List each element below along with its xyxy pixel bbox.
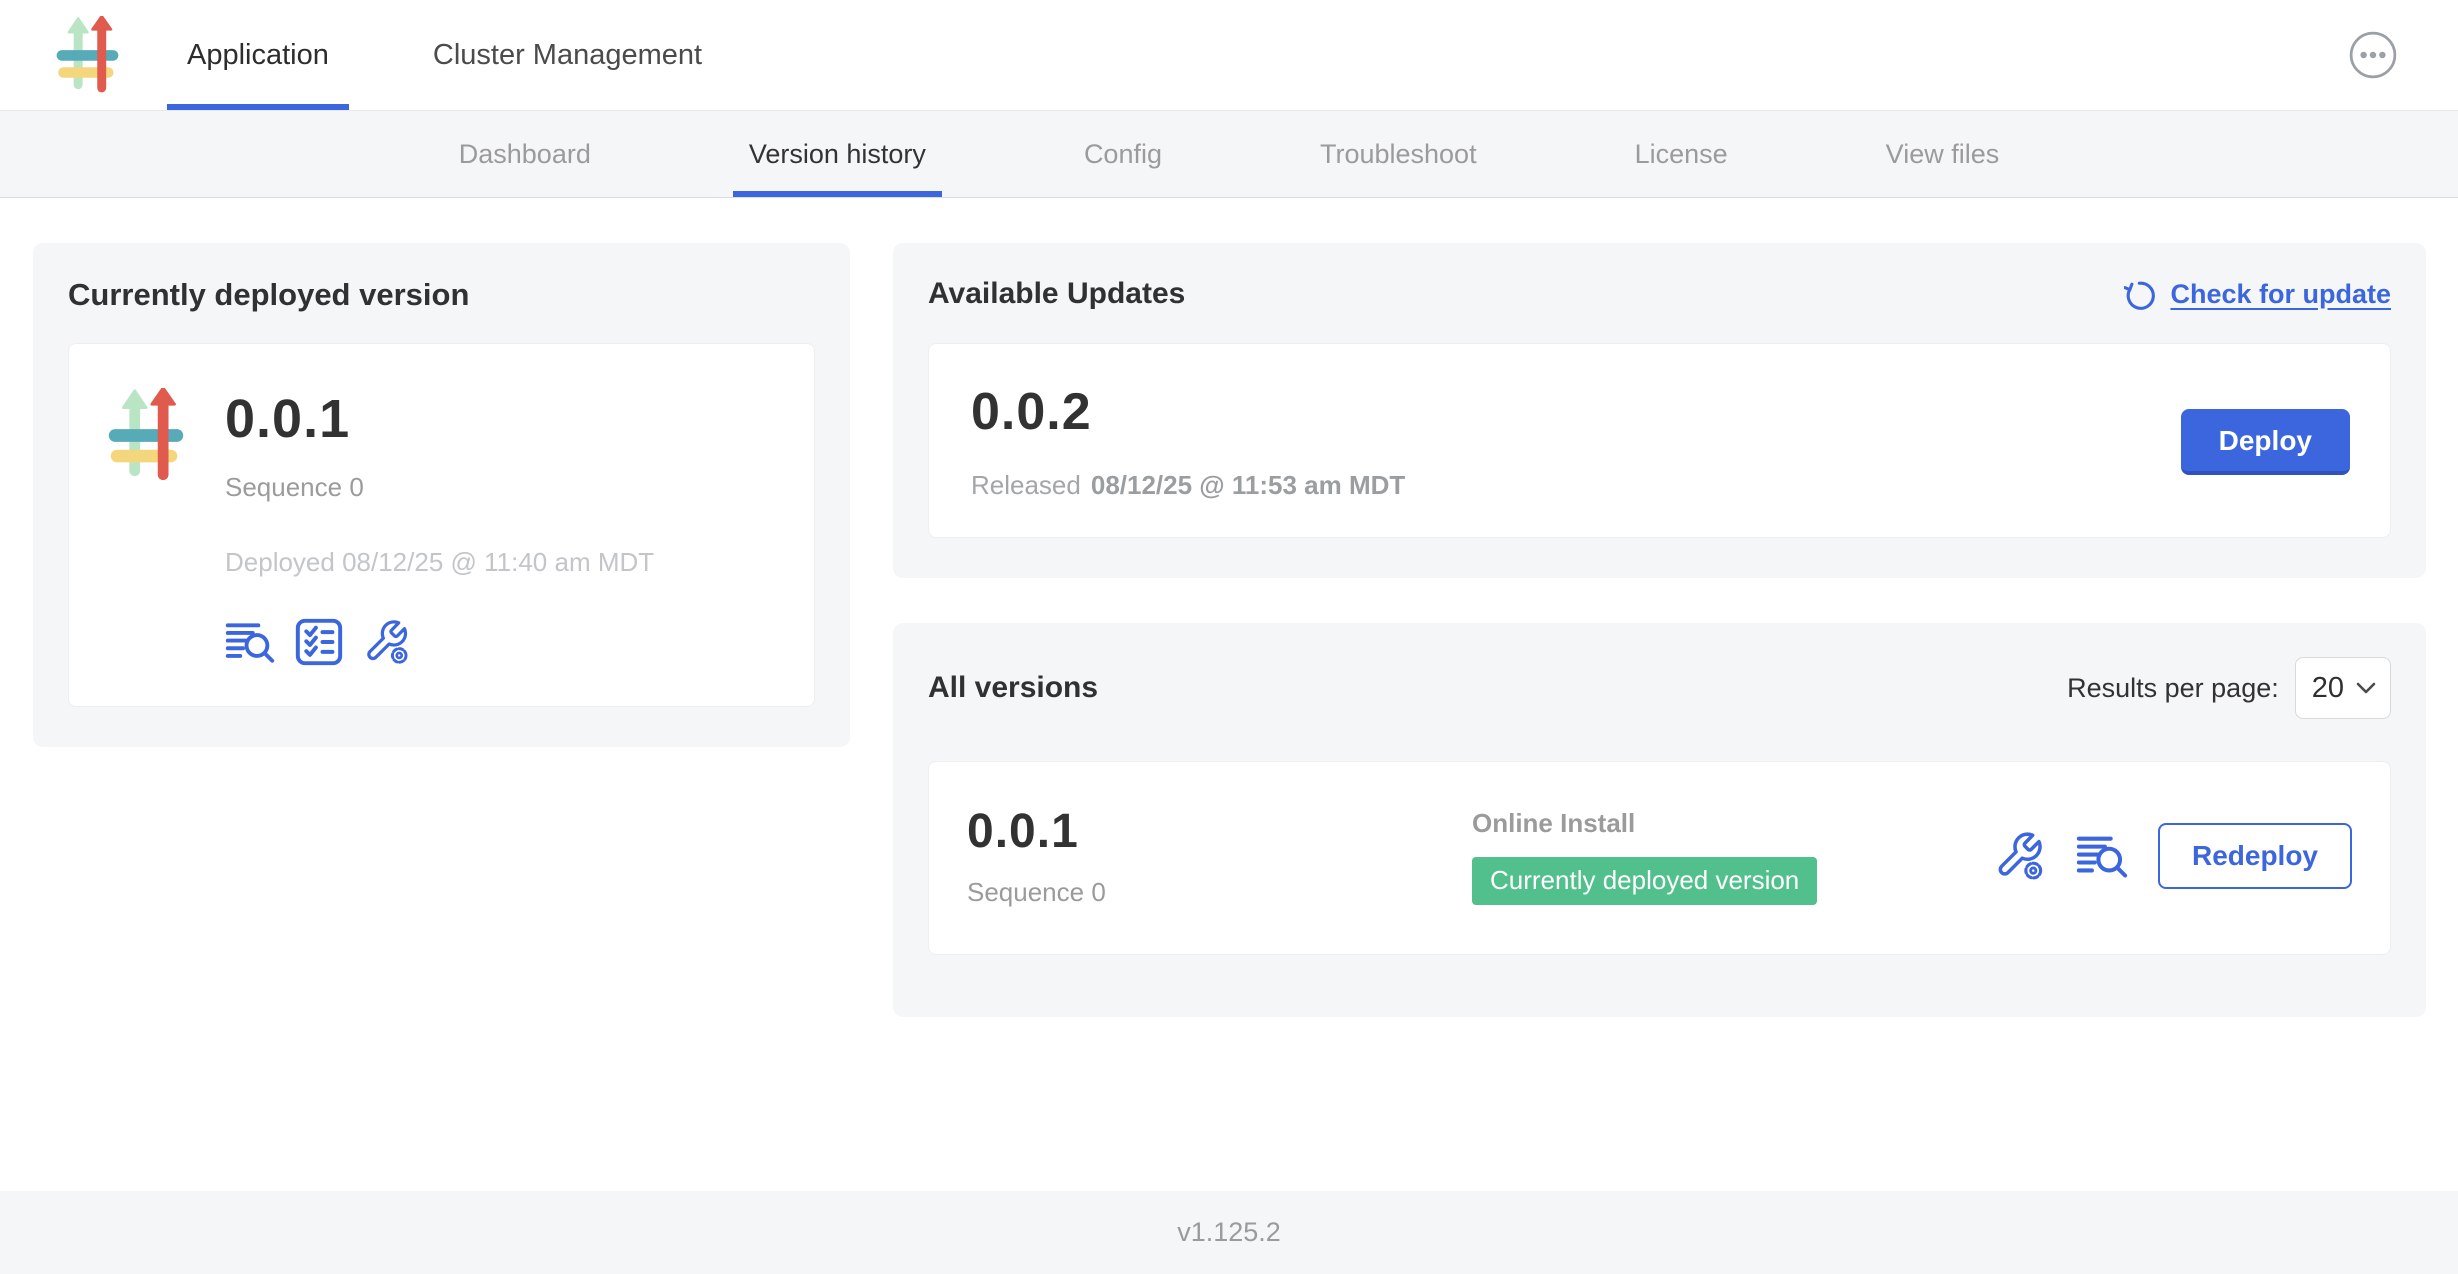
currently-deployed-badge: Currently deployed version [1472,857,1817,905]
edit-config-icon [363,618,411,666]
view-logs-icon [225,620,275,664]
redeploy-button[interactable]: Redeploy [2158,823,2352,889]
currently-deployed-title: Currently deployed version [68,277,815,313]
preflight-checks-icon [295,618,343,666]
console-version: v1.125.2 [1177,1217,1281,1248]
deployed-sequence: Sequence 0 [225,472,654,503]
available-updates-card: Available Updates Check for update 0.0.2… [893,243,2426,578]
row-version-info: 0.0.1 Sequence 0 [967,804,1472,908]
subnav-item-license[interactable]: License [1619,111,1744,197]
deployed-timestamp: Deployed 08/12/25 @ 11:40 am MDT [225,547,654,578]
app-logo-icon [107,388,185,482]
deployed-version-panel: 0.0.1 Sequence 0 Deployed 08/12/25 @ 11:… [68,343,815,707]
deployed-actions [225,618,654,666]
results-per-page-value: 20 [2312,672,2344,705]
released-prefix: Released [971,470,1081,500]
app-logo [107,388,185,482]
released-date: 08/12/25 @ 11:53 am MDT [1091,470,1405,500]
version-row: 0.0.1 Sequence 0 Online Install Currentl… [928,761,2391,955]
tab-application-label: Application [187,39,329,72]
install-type-label: Online Install [1472,808,1817,839]
refresh-icon [2124,278,2156,310]
all-versions-card: All versions Results per page: 20 0.0.1 … [893,623,2426,1017]
check-for-update-label: Check for update [2170,279,2391,310]
edit-config-button[interactable] [1994,830,2046,882]
available-updates-title: Available Updates [928,277,1185,311]
tab-cluster-management-label: Cluster Management [433,39,702,72]
version-history-page: Currently deployed version 0.0.1 Sequenc… [0,198,2458,1017]
update-info: 0.0.2 Released 08/12/25 @ 11:53 am MDT [971,382,1405,501]
edit-config-button[interactable] [363,618,411,666]
view-logs-icon [2076,833,2128,879]
deployed-version-info: 0.0.1 Sequence 0 Deployed 08/12/25 @ 11:… [225,388,654,666]
row-version-number: 0.0.1 [967,804,1472,859]
update-released-timestamp: Released 08/12/25 @ 11:53 am MDT [971,470,1405,501]
right-column: Available Updates Check for update 0.0.2… [893,243,2426,1017]
ellipsis-circle-icon [2348,30,2398,80]
check-for-update-link[interactable]: Check for update [2124,278,2391,310]
header-tabs: Application Cluster Management [167,0,722,110]
row-actions: Redeploy [1994,823,2352,889]
overflow-menu-button[interactable] [2348,30,2398,80]
view-logs-button[interactable] [225,620,275,664]
subnav-item-dashboard[interactable]: Dashboard [443,111,607,197]
edit-config-icon [1994,830,2046,882]
tab-cluster-management[interactable]: Cluster Management [413,0,722,110]
deploy-button[interactable]: Deploy [2181,409,2350,475]
app-subnav: Dashboard Version history Config Trouble… [0,111,2458,198]
subnav-item-config[interactable]: Config [1068,111,1178,197]
currently-deployed-card: Currently deployed version 0.0.1 Sequenc… [33,243,850,747]
top-header: Application Cluster Management [0,0,2458,111]
app-logo [56,16,119,94]
app-logo-icon [56,16,119,94]
subnav-item-version-history[interactable]: Version history [733,111,942,197]
subnav-item-view-files[interactable]: View files [1870,111,2016,197]
results-per-page: Results per page: 20 [2067,657,2391,719]
update-version-number: 0.0.2 [971,382,1405,442]
results-per-page-label: Results per page: [2067,673,2279,704]
all-versions-title: All versions [928,671,1098,705]
subnav-item-troubleshoot[interactable]: Troubleshoot [1304,111,1493,197]
deployed-version-number: 0.0.1 [225,388,654,450]
update-row: 0.0.2 Released 08/12/25 @ 11:53 am MDT De… [928,343,2391,538]
results-per-page-select[interactable]: 20 [2295,657,2391,719]
row-sequence: Sequence 0 [967,877,1472,908]
view-logs-button[interactable] [2076,833,2128,879]
row-status: Online Install Currently deployed versio… [1472,808,1817,905]
console-footer: v1.125.2 [0,1191,2458,1274]
preflight-checks-button[interactable] [295,618,343,666]
tab-application[interactable]: Application [167,0,349,110]
chevron-down-icon [2356,682,2376,694]
